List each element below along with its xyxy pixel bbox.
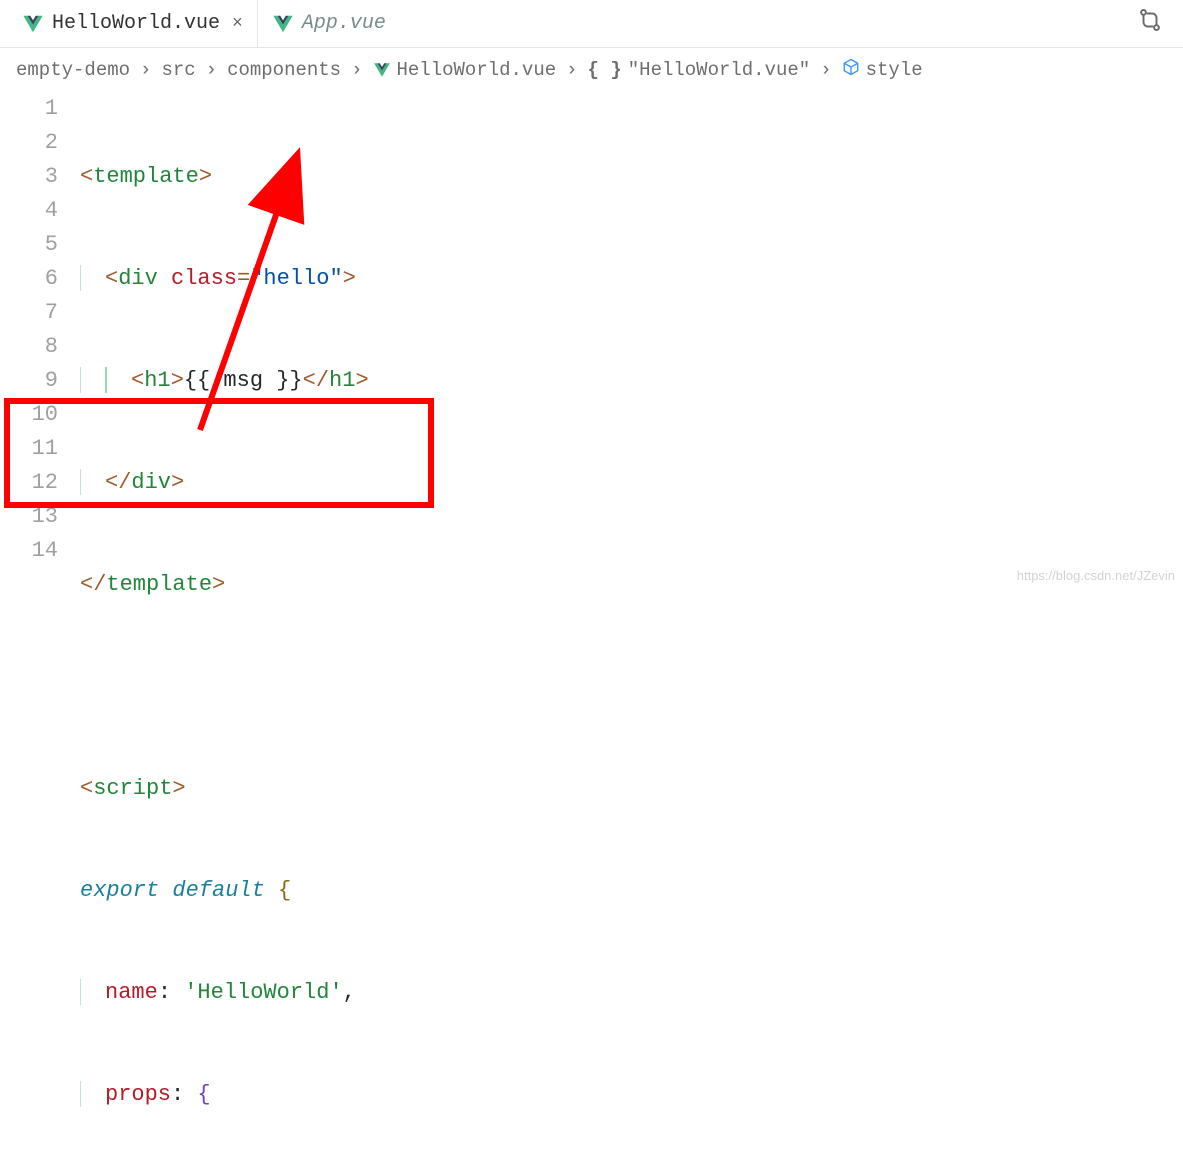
vue-icon: [373, 61, 391, 79]
code-line: <h1>{{ msg }}</h1>: [80, 364, 1183, 398]
line-number: 5: [0, 228, 58, 262]
breadcrumb-item[interactable]: components: [227, 59, 341, 81]
line-number-gutter: 1 2 3 4 5 6 7 8 9 10 11 12 13 14: [0, 92, 80, 1174]
code-editor[interactable]: 1 2 3 4 5 6 7 8 9 10 11 12 13 14 <templa…: [0, 92, 1183, 1174]
line-number: 12: [0, 466, 58, 500]
line-number: 14: [0, 534, 58, 568]
braces-icon: { }: [588, 59, 622, 81]
breadcrumb: empty-demo › src › components › HelloWor…: [0, 48, 1183, 92]
vue-icon: [22, 13, 44, 35]
tab-bar: HelloWorld.vue × App.vue: [0, 0, 1183, 48]
line-number: 13: [0, 500, 58, 534]
line-number: 1: [0, 92, 58, 126]
line-number: 4: [0, 194, 58, 228]
chevron-right-icon: ›: [566, 59, 577, 81]
breadcrumb-item[interactable]: { } "HelloWorld.vue": [588, 59, 811, 81]
code-area[interactable]: <template> <div class="hello"> <h1>{{ ms…: [80, 92, 1183, 1174]
code-line: </div>: [80, 466, 1183, 500]
breadcrumb-item[interactable]: src: [161, 59, 195, 81]
tab-helloworld[interactable]: HelloWorld.vue ×: [8, 0, 258, 47]
vue-icon: [272, 13, 294, 35]
chevron-right-icon: ›: [140, 59, 151, 81]
line-number: 6: [0, 262, 58, 296]
close-icon[interactable]: ×: [228, 14, 243, 34]
breadcrumb-item[interactable]: HelloWorld.vue: [373, 59, 557, 81]
compare-changes-icon[interactable]: [1137, 17, 1163, 40]
tab-label: App.vue: [302, 12, 386, 35]
line-number: 7: [0, 296, 58, 330]
code-line: export default {: [80, 874, 1183, 908]
line-number: 8: [0, 330, 58, 364]
code-line: <template>: [80, 160, 1183, 194]
code-line: props: {: [80, 1078, 1183, 1112]
chevron-right-icon: ›: [820, 59, 831, 81]
code-line: name: 'HelloWorld',: [80, 976, 1183, 1010]
breadcrumb-item[interactable]: style: [842, 58, 923, 82]
code-line: [80, 670, 1183, 704]
line-number: 10: [0, 398, 58, 432]
breadcrumb-item[interactable]: empty-demo: [16, 59, 130, 81]
watermark: https://blog.csdn.net/JZevin: [1017, 568, 1175, 583]
line-number: 2: [0, 126, 58, 160]
cube-icon: [842, 58, 860, 82]
line-number: 11: [0, 432, 58, 466]
line-number: 9: [0, 364, 58, 398]
code-line: <div class="hello">: [80, 262, 1183, 296]
tab-appvue[interactable]: App.vue: [258, 0, 400, 47]
tab-label: HelloWorld.vue: [52, 12, 220, 35]
line-number: 3: [0, 160, 58, 194]
chevron-right-icon: ›: [206, 59, 217, 81]
code-line: <script>: [80, 772, 1183, 806]
chevron-right-icon: ›: [351, 59, 362, 81]
editor-actions: [1137, 7, 1175, 40]
